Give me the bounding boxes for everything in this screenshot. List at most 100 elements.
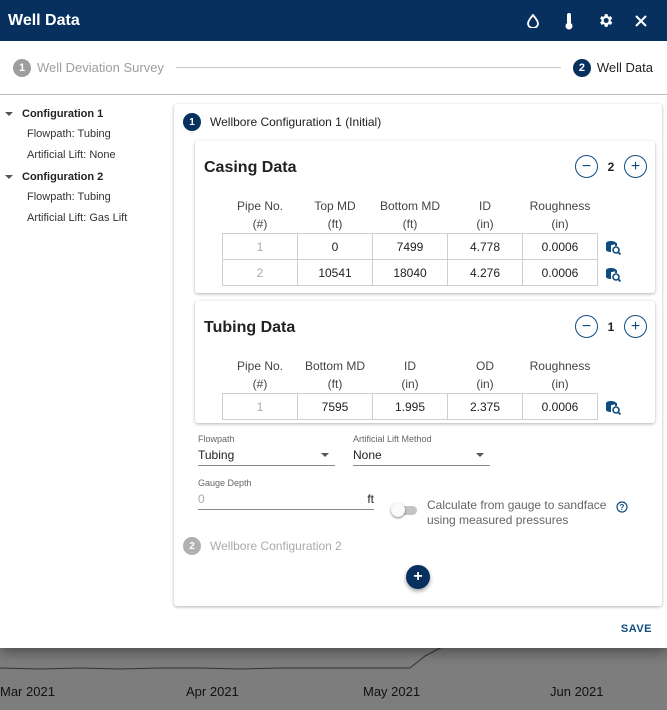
cell-id[interactable]: 4.276 [447,259,523,286]
chevron-down-icon [321,453,329,457]
caret-down-icon [5,111,13,116]
table-header-row: Pipe No. (#) Top MD (ft) Bottom MD (ft) ID(… [223,197,598,234]
gear-icon[interactable] [587,6,623,36]
gauge-depth-unit: ft [367,492,374,506]
tubing-data-title: Tubing Data [204,319,296,336]
calculate-from-gauge-toggle[interactable] [391,503,419,517]
column-header: Roughness (in) [529,199,591,231]
cell-bottom-md[interactable]: 7499 [372,233,448,260]
tree-leaf-artificial-lift[interactable]: Artificial Lift: None [0,145,170,166]
cell-top-md[interactable]: 10541 [297,259,373,286]
cell-top-md[interactable]: 0 [297,233,373,260]
gauge-depth-input[interactable]: 0 ft [198,492,374,510]
add-tubing-button[interactable]: + [624,315,647,338]
close-icon[interactable] [623,6,659,36]
column-header: Top MD (ft) [314,199,356,231]
step-number: 1 [13,58,31,77]
dialog-titlebar: Well Data [0,0,667,41]
x-axis-label: May 2021 [363,684,421,699]
dialog-body: Configuration 1 Flowpath: Tubing Artific… [0,95,667,648]
tree-node-label: Configuration 1 [22,107,104,120]
cell-roughness[interactable]: 0.0006 [522,233,598,260]
step-label: Well Deviation Survey [37,60,164,75]
column-header: ID (in) [476,199,494,231]
artificial-lift-select[interactable]: Artificial Lift Method None [353,434,490,466]
droplet-icon[interactable] [515,6,551,36]
cell-bottom-md[interactable]: 18040 [372,259,448,286]
column-header: Pipe No. (#) [236,199,284,231]
tree-node-label: Configuration 2 [22,170,104,183]
config-number: 1 [183,113,201,131]
flowpath-label: Flowpath [198,434,235,444]
database-search-icon[interactable] [605,267,622,283]
svg-text:?: ? [620,503,625,512]
step-well-deviation-survey[interactable]: 1 Well Deviation Survey [13,58,164,77]
well-data-dialog: Well Data 1 Well Deviation Survey 2 Well… [0,0,667,648]
table-header-row: Pipe No. (#) Bottom MD (ft) ID (in) OD (in) … [223,357,598,394]
cell-roughness[interactable]: 0.0006 [522,259,598,286]
calculate-from-gauge-label: Calculate from gauge to sandface using m… [427,498,607,527]
casing-data-card: Casing Data − 2 + Pipe No. (#) Top MD (ft)… [195,141,655,293]
flowpath-value: Tubing [198,448,335,466]
wellbore-configurations-card: 1 Wellbore Configuration 1 (Initial) Cas… [174,104,662,606]
tree-leaf-flowpath[interactable]: Flowpath: Tubing [0,124,170,145]
gauge-depth-label: Gauge Depth [198,478,252,488]
tree-leaf-artificial-lift[interactable]: Artificial Lift: Gas Lift [0,208,170,229]
table-row: 2 10541 18040 4.276 0.0006 [222,259,598,286]
cell-pipe-no: 1 [222,233,298,260]
step-number: 2 [572,58,591,77]
add-configuration-button[interactable]: + [406,565,430,589]
cell-pipe-no: 1 [222,393,298,420]
casing-table: Pipe No. (#) Top MD (ft) Bottom MD (ft) ID(… [222,197,598,286]
caret-down-icon [5,174,13,179]
configuration-tree: Configuration 1 Flowpath: Tubing Artific… [0,103,170,229]
database-search-icon[interactable] [605,240,622,256]
cell-pipe-no: 2 [222,259,298,286]
config-title: Wellbore Configuration 1 (Initial) [210,115,382,129]
gauge-depth-field[interactable]: Gauge Depth 0 ft [198,478,374,510]
cell-roughness[interactable]: 0.0006 [522,393,598,420]
column-header: Bottom MD (ft) [304,359,365,391]
add-casing-button[interactable]: + [624,155,647,178]
cell-id[interactable]: 4.778 [447,233,523,260]
step-well-data[interactable]: 2 Well Data [572,58,653,77]
step-label: Well Data [596,60,653,75]
cell-bottom-md[interactable]: 7595 [297,393,373,420]
dialog-title: Well Data [8,11,80,29]
column-header: Pipe No. (#) [236,359,284,391]
remove-tubing-button[interactable]: − [575,315,598,338]
flowpath-select[interactable]: Flowpath Tubing [198,434,335,466]
chevron-down-icon [476,453,484,457]
step-connector [175,67,561,68]
x-axis-label: Jun 2021 [550,684,604,699]
config-2-header[interactable]: 2 Wellbore Configuration 2 [183,537,342,555]
help-icon[interactable]: ? [616,500,628,513]
casing-count-stepper: − 2 + [575,155,647,178]
tubing-count: 1 [607,319,615,334]
casing-count: 2 [607,159,615,174]
tubing-data-card: Tubing Data − 1 + Pipe No. (#) Bottom MD(… [195,301,655,423]
column-header: Roughness (in) [529,359,591,391]
config-number: 2 [183,537,201,555]
tubing-count-stepper: − 1 + [575,315,647,338]
wizard-stepper: 1 Well Deviation Survey 2 Well Data [0,41,667,95]
cell-id[interactable]: 1.995 [372,393,448,420]
x-axis-label: Apr 2021 [186,684,239,699]
table-row: 1 7595 1.995 2.375 0.0006 [222,393,598,420]
tree-node-configuration-2[interactable]: Configuration 2 [0,166,170,187]
save-button[interactable]: SAVE [621,623,652,635]
config-1-header[interactable]: 1 Wellbore Configuration 1 (Initial) [183,113,381,131]
tree-leaf-flowpath[interactable]: Flowpath: Tubing [0,187,170,208]
thermometer-icon[interactable] [551,6,587,36]
cell-od[interactable]: 2.375 [447,393,523,420]
artificial-lift-value: None [353,448,490,466]
toggle-knob [391,503,405,517]
table-row: 1 0 7499 4.778 0.0006 [222,233,598,260]
x-axis-label: Mar 2021 [0,684,55,699]
database-search-icon[interactable] [605,400,622,416]
config-title: Wellbore Configuration 2 [210,539,342,553]
remove-casing-button[interactable]: − [575,155,598,178]
tree-node-configuration-1[interactable]: Configuration 1 [0,103,170,124]
column-header: ID (in) [401,359,419,391]
column-header: Bottom MD (ft) [379,199,440,231]
